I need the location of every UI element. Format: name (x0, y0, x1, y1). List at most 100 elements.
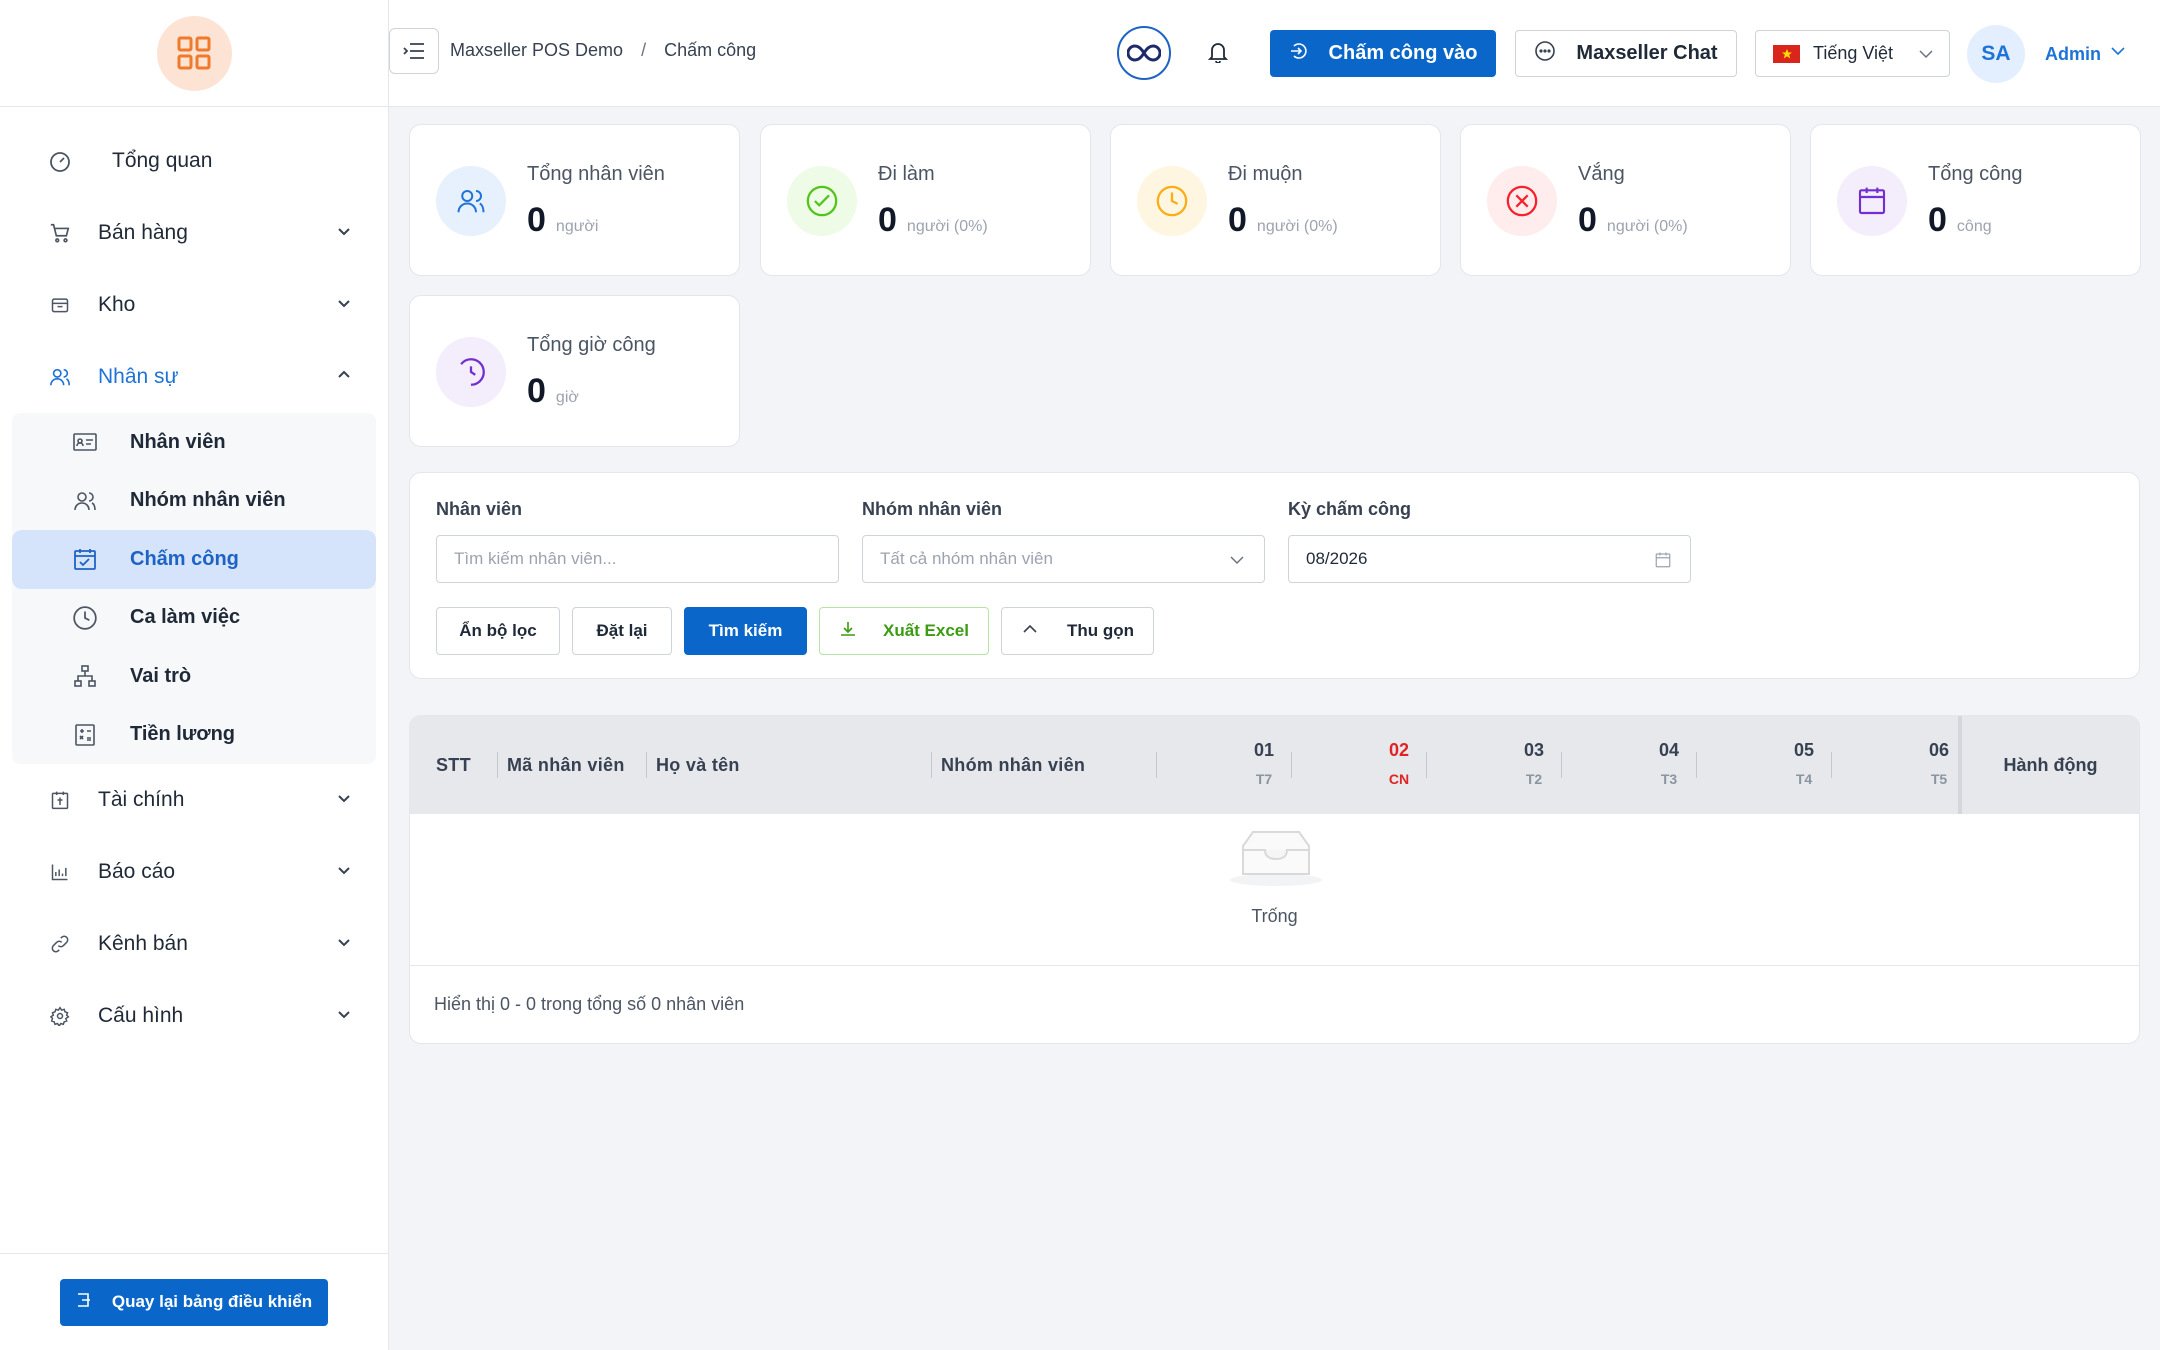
app-logo[interactable] (156, 15, 232, 91)
employee-search-placeholder: Tìm kiếm nhân viên... (454, 549, 617, 568)
calculator-icon (72, 722, 98, 748)
period-picker[interactable]: 08/2026 (1288, 535, 1691, 583)
day-column-04: 04 T3 (1629, 740, 1709, 787)
day-number: 02 (1388, 740, 1410, 760)
clock-icon (72, 605, 98, 631)
collapse-button[interactable]: Thu gọn (1001, 607, 1154, 655)
column-header-code: Mã nhân viên (507, 754, 625, 775)
pagination-summary: Hiển thị 0 - 0 trong tổng số 0 nhân viên (434, 994, 745, 1014)
hide-filter-button[interactable]: Ẩn bộ lọc (436, 607, 560, 655)
sidebar-item-overview[interactable]: Tổng quan (0, 125, 388, 197)
sidebar-item-warehouse[interactable]: Kho (0, 269, 388, 341)
finance-icon (48, 788, 72, 812)
reset-button[interactable]: Đặt lại (572, 607, 672, 655)
stat-unit: người (0%) (1256, 218, 1338, 235)
sidebar: Tổng quan Bán hàng Kho Nhân sự Nhân viên… (0, 0, 389, 1350)
collapse-label: Thu gọn (1066, 621, 1135, 640)
column-header-name: Họ và tên (656, 754, 740, 775)
stat-card-late: Đi muộn 0 người (0%) (1110, 124, 1441, 276)
breadcrumb-separator: / (641, 40, 647, 60)
sidebar-item-channels[interactable]: Kênh bán (0, 908, 388, 980)
menu-toggle-button[interactable] (389, 28, 439, 74)
stat-label: Tổng giờ công (527, 334, 656, 356)
chevron-down-icon (336, 860, 352, 884)
sidebar-item-roles[interactable]: Vai trò (12, 647, 376, 706)
bell-icon[interactable] (1207, 41, 1229, 68)
stat-label: Tổng công (1928, 163, 2023, 185)
export-excel-button[interactable]: Xuất Excel (819, 607, 989, 655)
check-in-label: Chấm công vào (1328, 42, 1478, 64)
sidebar-subitem-label: Vai trò (130, 664, 192, 687)
empty-state: Trống (410, 814, 2139, 966)
sidebar-item-label: Cấu hình (98, 1004, 184, 1027)
calendar-icon (1654, 551, 1672, 574)
stat-card-total-employees: Tổng nhân viên 0 người (409, 124, 740, 276)
chevron-down-icon (336, 293, 352, 317)
breadcrumb-root[interactable]: Maxseller POS Demo (450, 40, 623, 61)
download-icon (839, 620, 857, 643)
hr-submenu: Nhân viên Nhóm nhân viên Chấm công Ca là… (12, 413, 376, 764)
stat-label: Đi muộn (1228, 163, 1303, 185)
sidebar-item-employee-groups[interactable]: Nhóm nhân viên (12, 472, 376, 531)
chevron-down-icon (336, 788, 352, 812)
avatar[interactable]: SA (1967, 25, 2025, 83)
user-menu[interactable]: Admin (2045, 43, 2127, 66)
stat-unit: giờ (555, 389, 579, 406)
gear-icon (48, 1004, 72, 1028)
dashboard-icon (48, 149, 72, 173)
users-icon (48, 365, 72, 389)
sidebar-item-settings[interactable]: Cấu hình (0, 980, 388, 1052)
sidebar-subitem-label: Chấm công (130, 547, 239, 570)
user-group-icon (72, 488, 98, 514)
employee-search-input[interactable]: Tìm kiếm nhân viên... (436, 535, 839, 583)
sidebar-item-finance[interactable]: Tài chính (0, 764, 388, 836)
vietnam-flag-icon (1773, 44, 1800, 63)
sidebar-item-attendance[interactable]: Chấm công (12, 530, 376, 589)
day-number: 03 (1523, 740, 1545, 760)
stat-unit: công (1956, 218, 1992, 235)
stat-unit: người (555, 218, 599, 235)
chat-label: Maxseller Chat (1576, 42, 1718, 64)
period-filter-label: Kỳ chấm công (1288, 499, 1412, 519)
language-select[interactable]: Tiếng Việt (1755, 30, 1950, 77)
group-select[interactable]: Tất cả nhóm nhân viên (862, 535, 1265, 583)
id-card-icon (72, 429, 98, 455)
menu-icon (403, 43, 424, 59)
login-icon (1289, 41, 1309, 67)
sidebar-item-label: Nhân sự (98, 365, 179, 388)
sidebar-item-sales[interactable]: Bán hàng (0, 197, 388, 269)
sidebar-item-hr[interactable]: Nhân sự (0, 341, 388, 413)
search-button[interactable]: Tìm kiếm (684, 607, 807, 655)
chat-button[interactable]: Maxseller Chat (1515, 30, 1737, 77)
attendance-table: STT Mã nhân viên Họ và tên Nhóm nhân viê… (409, 715, 2140, 1044)
back-to-dashboard-button[interactable]: Quay lại bảng điều khiển (60, 1278, 328, 1326)
day-number: 04 (1658, 740, 1680, 760)
grid-icon (177, 36, 211, 70)
sidebar-item-label: Kênh bán (98, 932, 188, 955)
sidebar-subitem-label: Nhân viên (130, 430, 226, 453)
day-weekday: T4 (1795, 771, 1813, 787)
infinity-icon[interactable] (1117, 26, 1171, 80)
filter-panel: Nhân viên Tìm kiếm nhân viên... Nhóm nhâ… (409, 472, 2140, 679)
sidebar-item-reports[interactable]: Báo cáo (0, 836, 388, 908)
stat-card-present: Đi làm 0 người (0%) (760, 124, 1091, 276)
day-column-05: 05 T4 (1764, 740, 1844, 787)
check-in-button[interactable]: Chấm công vào (1270, 30, 1496, 77)
chat-icon (1534, 40, 1556, 68)
stat-value: 0 (1228, 201, 1247, 239)
sidebar-item-label: Báo cáo (98, 860, 176, 883)
day-number: 01 (1253, 740, 1275, 760)
stat-value: 0 (878, 201, 897, 239)
stat-label: Đi làm (878, 163, 935, 185)
sidebar-item-salary[interactable]: Tiền lương (12, 706, 376, 765)
stat-card-absent: Vắng 0 người (0%) (1460, 124, 1791, 276)
column-header-group: Nhóm nhân viên (941, 754, 1086, 775)
chevron-up-icon (1021, 620, 1039, 643)
sidebar-item-shifts[interactable]: Ca làm việc (12, 589, 376, 648)
back-icon (76, 1292, 92, 1313)
clock-history-icon (436, 337, 506, 407)
day-weekday: T3 (1660, 771, 1678, 787)
sidebar-item-employees[interactable]: Nhân viên (12, 413, 376, 472)
back-button-label: Quay lại bảng điều khiển (111, 1292, 313, 1311)
day-number: 05 (1793, 740, 1815, 760)
